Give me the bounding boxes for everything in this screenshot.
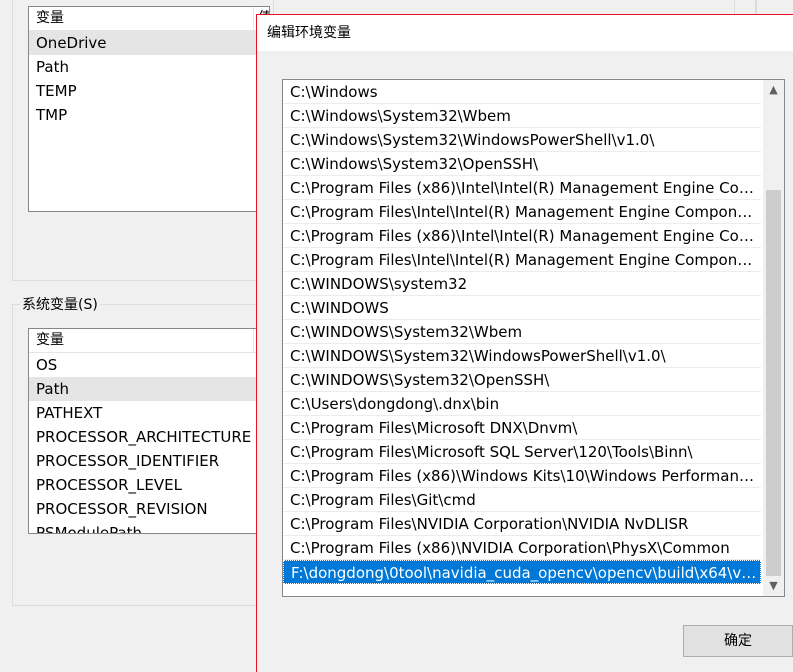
var-name: PROCESSOR_IDENTIFIER: [36, 452, 220, 470]
path-entry[interactable]: C:\Program Files (x86)\Intel\Intel(R) Ma…: [283, 224, 761, 248]
table-row[interactable]: PROCESSOR_IDENTIFIER I: [29, 449, 269, 473]
table-row[interactable]: PATHEXT .: [29, 401, 269, 425]
path-entry[interactable]: C:\Program Files\Microsoft DNX\Dnvm\: [283, 416, 761, 440]
dialog-title: 编辑环境变量: [267, 25, 351, 41]
top-scroll-stub: [734, 0, 756, 15]
path-list[interactable]: C:\Windows C:\Windows\System32\Wbem C:\Win…: [282, 79, 785, 597]
path-items: C:\Windows C:\Windows\System32\Wbem C:\Win…: [283, 80, 763, 584]
top-scroll-stub-2: [756, 0, 793, 14]
chevron-up-icon[interactable]: ▲: [763, 80, 784, 100]
chevron-down-icon[interactable]: ▼: [763, 576, 784, 596]
var-name: PATHEXT: [36, 404, 103, 422]
path-entry[interactable]: C:\Windows\System32\Wbem: [283, 104, 761, 128]
path-entry[interactable]: C:\Windows\System32\OpenSSH\: [283, 152, 761, 176]
path-entry[interactable]: C:\WINDOWS\System32\OpenSSH\: [283, 368, 761, 392]
var-name: PROCESSOR_ARCHITECTURE: [36, 428, 252, 446]
edit-env-var-dialog: 编辑环境变量 C:\Windows C:\Windows\System32\Wbe…: [256, 14, 793, 672]
path-entry[interactable]: C:\Windows: [283, 80, 761, 104]
path-entry[interactable]: C:\Users\dongdong\.dnx\bin: [283, 392, 761, 416]
path-entry[interactable]: C:\Program Files (x86)\NVIDIA Corporatio…: [283, 536, 761, 560]
path-entry[interactable]: F:\dongdong\0tool\navidia_cuda_opencv\op…: [283, 560, 761, 584]
table-row[interactable]: PROCESSOR_LEVEL 6: [29, 473, 269, 497]
var-name: OS: [36, 356, 58, 374]
path-entry[interactable]: C:\Program Files (x86)\Windows Kits\10\W…: [283, 464, 761, 488]
path-entry[interactable]: C:\WINDOWS\System32\WindowsPowerShell\v1…: [283, 344, 761, 368]
var-name: PROCESSOR_REVISION: [36, 500, 208, 518]
path-entry[interactable]: C:\WINDOWS: [283, 296, 761, 320]
var-name: TEMP: [36, 82, 77, 100]
system-variables-title: 系统变量(S): [20, 294, 100, 314]
user-variables-list[interactable]: 变量 值 OneDrive C Path C TEMP C TMP C: [28, 6, 270, 212]
column-name-header[interactable]: 变量: [36, 10, 64, 26]
path-entry[interactable]: C:\Program Files\Git\cmd: [283, 488, 761, 512]
column-name-header[interactable]: 变量: [36, 332, 64, 348]
var-name: PSModulePath: [36, 524, 143, 534]
path-entry[interactable]: C:\Program Files\Microsoft SQL Server\12…: [283, 440, 761, 464]
list-header[interactable]: 变量 值: [29, 329, 269, 353]
var-name: TMP: [36, 106, 68, 124]
table-row[interactable]: PSModulePath %: [29, 521, 269, 534]
path-entry[interactable]: C:\Program Files\Intel\Intel(R) Manageme…: [283, 248, 761, 272]
table-row[interactable]: PROCESSOR_REVISION 9: [29, 497, 269, 521]
table-row[interactable]: OneDrive C: [29, 31, 269, 55]
dialog-title-bar[interactable]: 编辑环境变量: [257, 15, 793, 51]
table-row[interactable]: TEMP C: [29, 79, 269, 103]
table-row[interactable]: Path C: [29, 55, 269, 79]
path-entry[interactable]: C:\WINDOWS\System32\Wbem: [283, 320, 761, 344]
path-entry[interactable]: C:\Windows\System32\WindowsPowerShell\v1…: [283, 128, 761, 152]
table-row[interactable]: Path C: [29, 377, 269, 401]
scroll-thumb[interactable]: [766, 190, 781, 576]
path-entry[interactable]: C:\Program Files\NVIDIA Corporation\NVID…: [283, 512, 761, 536]
path-entry[interactable]: C:\WINDOWS\system32: [283, 272, 761, 296]
var-name: Path: [36, 58, 69, 76]
system-variables-list[interactable]: 变量 值 OS V Path C PATHEXT . PROCESSOR_ARC…: [28, 328, 270, 534]
path-entry[interactable]: C:\Program Files (x86)\Intel\Intel(R) Ma…: [283, 176, 761, 200]
list-header[interactable]: 变量 值: [29, 7, 269, 31]
var-name: PROCESSOR_LEVEL: [36, 476, 182, 494]
var-name: Path: [36, 380, 69, 398]
table-row[interactable]: OS V: [29, 353, 269, 377]
var-name: OneDrive: [36, 34, 107, 52]
vertical-scrollbar[interactable]: ▲ ▼: [763, 80, 784, 596]
table-row[interactable]: PROCESSOR_ARCHITECTURE A: [29, 425, 269, 449]
ok-button[interactable]: 确定: [683, 625, 793, 657]
path-entry[interactable]: C:\Program Files\Intel\Intel(R) Manageme…: [283, 200, 761, 224]
table-row[interactable]: TMP C: [29, 103, 269, 127]
